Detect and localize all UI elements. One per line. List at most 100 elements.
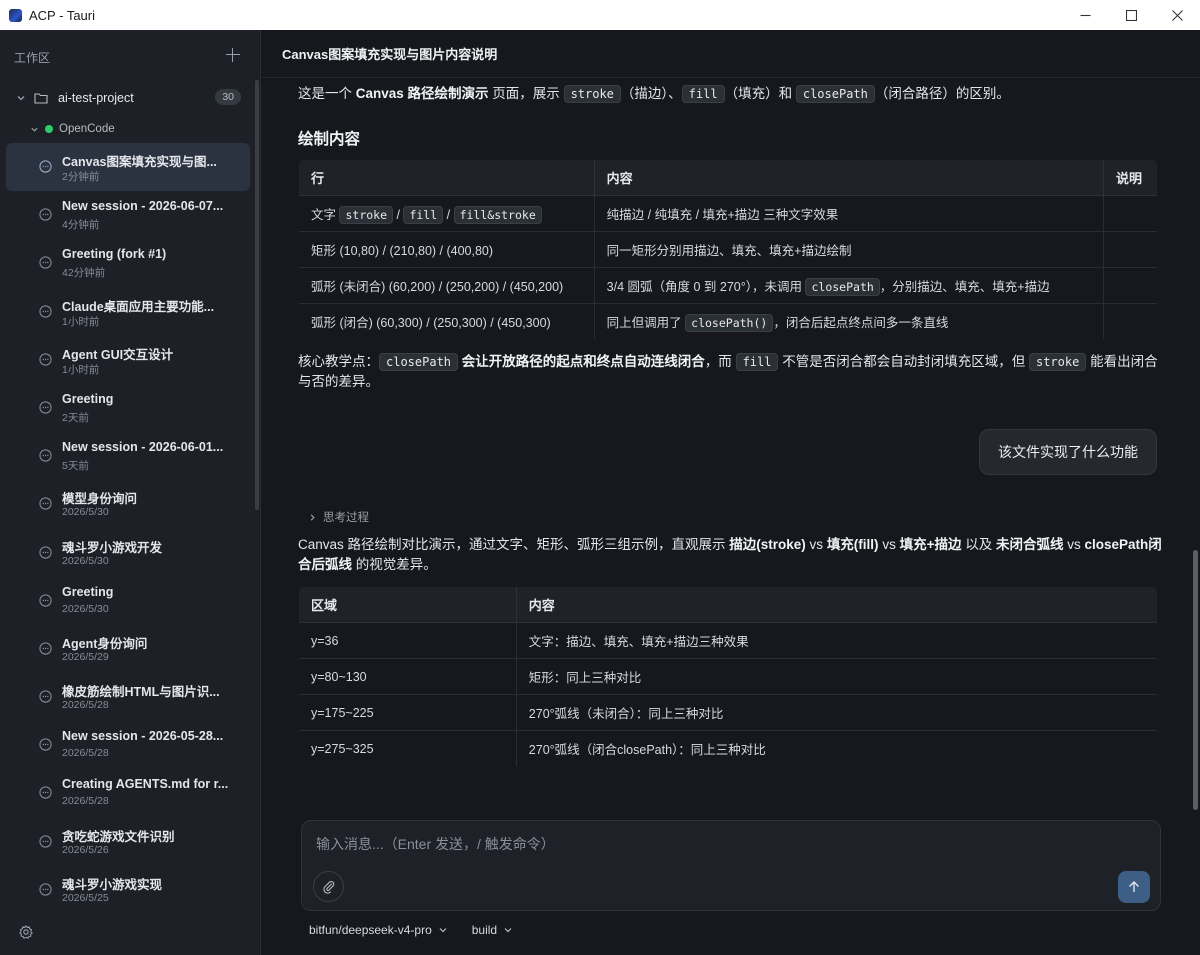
session-title: Agent身份询问 [62, 636, 148, 651]
session-title: Canvas图案填充实现与图... [62, 155, 217, 169]
session-title: New session - 2026-06-01... [62, 440, 224, 455]
table-cell: 同上但调用了 closePath() ，闭合后起点终点间多一条直线 [594, 303, 1105, 339]
project-row[interactable]: ai-test-project 30 [0, 86, 255, 110]
cell-text: 同上但调用了 [606, 316, 686, 330]
chat-bubble-icon [39, 449, 52, 462]
inline-code: fill [735, 353, 779, 371]
table-cell [1103, 195, 1157, 232]
session-time: 2026/5/26 [62, 843, 109, 856]
settings-gear-icon[interactable] [19, 925, 33, 939]
table-row: y=80~130 矩形：同上三种对比 [299, 658, 1157, 695]
inline-code: stroke [1028, 353, 1087, 371]
agent-row[interactable]: OpenCode [0, 119, 115, 139]
session-item[interactable]: New session - 2026-06-01... 5天前 [6, 432, 250, 480]
session-time: 42分钟前 [62, 267, 106, 280]
table-row: y=36 文字：描边、填充、填充+描边三种效果 [299, 622, 1157, 659]
intro-text: 这是一个 [298, 86, 356, 101]
table-header-cell: 内容 [516, 587, 1157, 623]
answer-text: vs [805, 537, 827, 552]
sidebar-scrollbar[interactable] [255, 80, 259, 510]
thinking-label: 思考过程 [323, 512, 369, 524]
mode-selector[interactable]: build [472, 923, 513, 937]
session-item[interactable]: New session - 2026-06-07... 4分钟前 [6, 191, 250, 239]
session-count-badge: 30 [215, 89, 241, 105]
session-time: 2026/5/30 [62, 506, 109, 519]
table-cell: 270°弧线（未闭合）：同上三种对比 [516, 694, 1157, 731]
answer-text: 的视觉差异。 [352, 557, 437, 572]
workspace-label: 工作区 [14, 51, 51, 65]
intro-text: 页面，展示 [488, 86, 564, 101]
session-item[interactable]: Claude桌面应用主要功能... 1小时前 [6, 288, 250, 336]
session-item[interactable]: Canvas图案填充实现与图... 2分钟前 [6, 143, 250, 192]
inline-code: closePath() [685, 314, 774, 332]
chat-bubble-icon [39, 786, 52, 800]
chat-bubble-icon [39, 497, 52, 510]
send-button[interactable] [1118, 871, 1150, 903]
inline-code: closePath [805, 278, 880, 296]
intro-text: （填充）和 [724, 86, 796, 101]
maximize-button[interactable] [1108, 0, 1154, 30]
session-item[interactable]: Greeting 2026/5/30 [6, 577, 250, 625]
session-title: Claude桌面应用主要功能... [62, 299, 215, 314]
chevron-right-icon [310, 513, 315, 521]
close-icon [1171, 9, 1183, 21]
table-cell: 270°弧线（闭合closePath）：同上三种对比 [516, 730, 1157, 766]
table-cell: y=175~225 [299, 694, 517, 731]
session-item[interactable]: Agent身份询问 2026/5/29 [6, 625, 250, 673]
session-title: 橡皮筋绘制HTML与图片识... [62, 685, 220, 700]
thinking-toggle[interactable]: 思考过程 [308, 509, 369, 525]
close-window-button[interactable] [1154, 0, 1200, 30]
session-item[interactable]: New session - 2026-05-28... 2026/5/28 [6, 721, 250, 769]
session-title: 贪吃蛇游戏文件识别 [62, 829, 175, 844]
session-time: 2026/5/30 [62, 602, 109, 615]
answer-bold: 填充+描边 [899, 537, 962, 552]
table-row: 文字 stroke / fill / fill&stroke 纯描边 / 纯填充… [299, 195, 1157, 232]
session-item[interactable]: Agent GUI交互设计 1小时前 [6, 336, 250, 384]
folder-icon [34, 93, 48, 104]
table-cell: 弧形 (闭合) (60,300) / (250,300) / (450,300) [299, 303, 595, 339]
sidebar: 工作区 ai-test-project 30 OpenCode Canvas图案… [0, 30, 261, 955]
session-item[interactable]: 模型身份询问 2026/5/30 [6, 480, 250, 528]
session-time: 2026/5/28 [62, 747, 109, 760]
session-title: Creating AGENTS.md for r... [62, 777, 229, 792]
answer-paragraph: Canvas 路径绘制对比演示，通过文字、矩形、弧形三组示例，直观展示 描边(s… [298, 535, 1164, 575]
session-item[interactable]: Greeting (fork #1) 42分钟前 [6, 239, 250, 287]
model-selector[interactable]: bitfun/deepseek-v4-pro [309, 923, 448, 937]
chevron-down-icon [17, 96, 25, 101]
session-title: 魂斗罗小游戏开发 [62, 540, 163, 555]
session-time: 2026/5/30 [62, 554, 109, 567]
attach-button[interactable] [313, 871, 344, 902]
chevron-down-icon [31, 127, 38, 132]
session-item[interactable]: 魂斗罗小游戏实现 2026/5/25 [6, 866, 250, 914]
answer-text: Canvas 路径绘制对比演示，通过文字、矩形、弧形三组示例，直观展示 [298, 537, 730, 552]
user-message-bubble: 该文件实现了什么功能 [979, 429, 1157, 475]
main-scrollbar[interactable] [1193, 550, 1198, 810]
cell-text: 文字 [311, 208, 340, 222]
session-time: 2026/5/29 [62, 650, 109, 663]
message-input[interactable] [316, 833, 1016, 855]
chat-bubble-icon [39, 353, 52, 366]
core-text: 不管是否闭合都会自动封闭填充区域，但 [778, 354, 1029, 369]
table-header-row: 行 内容 说明 [299, 160, 1157, 196]
add-icon[interactable] [226, 48, 240, 62]
session-item[interactable]: Greeting 2天前 [6, 384, 250, 432]
cell-text: ，分别描边、填充、填充+描边 [879, 280, 1050, 294]
session-item[interactable]: Creating AGENTS.md for r... 2026/5/28 [6, 769, 250, 817]
table-header-cell: 说明 [1103, 160, 1157, 196]
section-heading: 绘制内容 [298, 131, 361, 148]
core-text: ，而 [704, 354, 736, 369]
chat-bubble-icon [39, 690, 52, 703]
inline-code: stroke [339, 206, 394, 224]
intro-text: （闭合路径）的区别。 [874, 86, 1010, 101]
session-item[interactable]: 橡皮筋绘制HTML与图片识... 2026/5/28 [6, 673, 250, 721]
session-item[interactable]: 贪吃蛇游戏文件识别 2026/5/26 [6, 818, 250, 866]
inline-code: fill [681, 85, 725, 103]
session-title: Greeting [62, 391, 114, 406]
session-item[interactable]: 魂斗罗小游戏开发 2026/5/30 [6, 529, 250, 577]
table-cell [1103, 267, 1157, 304]
inline-code: stroke [563, 85, 621, 103]
minimize-button[interactable] [1062, 0, 1108, 30]
session-time: 5天前 [62, 460, 89, 473]
session-title: 模型身份询问 [62, 492, 138, 507]
project-name: ai-test-project [58, 91, 134, 105]
